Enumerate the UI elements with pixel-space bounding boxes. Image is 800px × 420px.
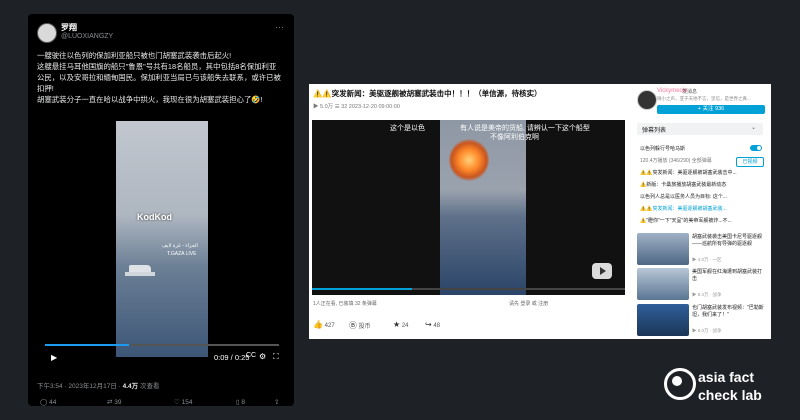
view-label: 次查看 [138, 383, 160, 390]
like-button[interactable]: ♡ 154 [174, 398, 193, 406]
share-count: 48 [433, 323, 441, 329]
list-item[interactable]: ⚠️⚠️突发新闻：美驱逐舰被胡塞武装... [640, 205, 760, 212]
player-progress-fill [312, 288, 413, 290]
fullscreen-icon[interactable]: ⛶ [273, 352, 279, 362]
video-watermark-live: T.GAZA LIVE [167, 251, 197, 257]
tweet-text-line: 胡塞武装分子一直在哈以战争中拱火，我现在很为胡塞武装担心了🤣! [37, 95, 263, 104]
rec-thumbnail[interactable] [637, 304, 689, 336]
tweet-card: 罗翔 @LUOXIANGZY ··· 一艘驶往以色列的保加利亚船只被也门胡塞武装… [28, 14, 294, 406]
like-button[interactable]: 👍 427 [313, 320, 335, 329]
login-prompt[interactable]: 请先 登录 或 注册 [509, 300, 548, 307]
uploader-avatar[interactable] [637, 90, 657, 110]
rec-meta: ▶ 4.0万 · 一区 [692, 257, 722, 262]
tweet-text-line: 这艘悬挂马耳他国旗的船只"鲁恩"号共有18名船员，其中包括8名保加利亚 [37, 62, 277, 71]
video-watermark: KodKod [137, 212, 172, 222]
rec-title[interactable]: 也门胡塞武装发布视频："巴勒斯坦，我们来了！" [692, 305, 764, 318]
favorite-button[interactable]: ★ 24 [393, 320, 409, 329]
retweet-count: 39 [114, 399, 122, 406]
chevron-down-icon[interactable]: ⌄ [751, 124, 756, 131]
user-handle[interactable]: @LUOXIANGZY [61, 33, 113, 40]
like-count: 427 [324, 323, 335, 329]
list-item[interactable]: 以色列躲行号哈马斯 [640, 145, 745, 152]
danmaku-toggle[interactable] [750, 145, 762, 151]
play-icon[interactable]: ▶ [51, 353, 57, 362]
tweet-text-line: 扣押! [37, 84, 54, 93]
avatar[interactable] [37, 23, 57, 43]
reply-icon: ◯ [40, 399, 48, 406]
like-count: 154 [181, 399, 193, 406]
list-item[interactable]: 以色列人总是以医务人员为目标: 这个... [640, 193, 760, 200]
tweet-meta: 下午3:54 · 2023年12月17日 · 4.4万 次查看 [37, 380, 159, 390]
retweet-button[interactable]: ⇄ 39 [107, 398, 122, 406]
captions-icon[interactable]: CC [246, 352, 256, 359]
reply-count: 44 [49, 399, 57, 406]
list-item[interactable]: ⚠️⚠️突发新闻：美驱逐舰被胡塞武装击中... [640, 169, 760, 176]
video-time: 0:09 / 0:25 [214, 353, 250, 362]
thumbs-up-icon: 👍 [313, 320, 323, 329]
rec-title[interactable]: 胡塞武装袭击美国卡尼号驱逐舰——巡航所有导弹的驱逐舰 [692, 234, 764, 247]
rec-meta: ▶ 8.4万 · 战争 [692, 292, 722, 297]
bookmark-icon: ▯ [236, 399, 240, 406]
favorite-count: 24 [401, 323, 409, 329]
list-item: 120.4万播放 (346/290) 全部弹幕 [640, 158, 712, 164]
share-icon[interactable]: ⇪ [274, 398, 279, 406]
rec-thumbnail[interactable] [637, 268, 689, 300]
settings-icon[interactable]: ⚙ [259, 352, 266, 361]
tweet-text-line: 一艘驶往以色列的保加利亚船只被也门胡塞武装袭击后起火! [37, 51, 232, 60]
list-item[interactable]: ⚠️新版：卡桑旅播放胡塞武装最新动态 [640, 181, 760, 188]
rec-meta: ▶ 6.0万 · 战争 [692, 328, 722, 333]
explosion-shape [449, 139, 489, 181]
video-progress-fill [45, 344, 130, 346]
video-player[interactable]: 这个是以色 有人说是美帝的货船, 请辨认一下这个船型 不像阿利伯克啊 [312, 120, 625, 295]
rec-title[interactable]: 美国军舰在红海遭到胡塞武装打击 [692, 269, 764, 282]
coin-icon: Ⓑ [349, 321, 357, 330]
video-watermark-ar: الجزاء - غزة لايف [162, 243, 198, 249]
share-icon: ↪ [425, 320, 432, 329]
video-frame [116, 121, 208, 357]
afcl-logo-dot [672, 376, 682, 386]
bilibili-play-icon[interactable] [591, 260, 613, 282]
video-title: ⚠️⚠️突发新闻：美驱逐舰被胡塞武装击中！！！（单信源，待核实） [313, 89, 542, 98]
danmaku-text: 这个是以色 [390, 125, 425, 132]
bookmark-button[interactable]: ▯ 8 [236, 398, 245, 406]
user-name[interactable]: 罗翔 [61, 22, 77, 33]
logo-text: asia fact [698, 369, 755, 385]
send-button[interactable]: 已视频 [736, 157, 764, 167]
tweet-text-line: 公民，以及安哥拉和缅甸国民。保加利亚当局已与该船失去联系，或许已被 [37, 73, 281, 82]
logo-text: check lab [698, 387, 762, 403]
heart-icon: ♡ [174, 399, 180, 406]
danmaku-title: 弹幕列表 [642, 128, 667, 134]
reply-button[interactable]: ◯ 44 [40, 398, 56, 406]
tweet-time: 下午3:54 · 2023年12月17日 · [37, 383, 123, 390]
coin-label: 投币 [358, 324, 371, 330]
view-count: 4.4万 [122, 383, 139, 390]
video-page: ⚠️⚠️突发新闻：美驱逐舰被胡塞武装击中！！！（单信源，待核实） ▶ 5.0万 … [309, 84, 771, 339]
bookmark-count: 8 [241, 399, 246, 406]
viewer-info: 1人正在看, 已装填 32 条弹幕 [313, 301, 377, 307]
danmaku-text: 不像阿利伯克啊 [490, 134, 539, 141]
share-button[interactable]: ↪ 48 [425, 320, 440, 329]
list-item[interactable]: ⚠️"瞪你"一下"天呈"的美帝军舰被炸...不... [640, 217, 760, 224]
uploader-desc: 微小之声，亚于天地不言，坚信，是世界之真... [657, 96, 751, 101]
ship-hull [125, 272, 155, 276]
retweet-icon: ⇄ [107, 399, 113, 406]
message-link[interactable]: 发消息 [682, 88, 697, 95]
tweet-text: 一艘驶往以色列的保加利亚船只被也门胡塞武装袭击后起火! 这艘悬挂马耳他国旗的船只… [37, 50, 287, 105]
video-stats: ▶ 5.0万 ☰ 32 2023-12-20 09:00:00 [313, 104, 400, 110]
follow-button[interactable]: + 关注 936 [657, 105, 765, 114]
more-icon[interactable]: ··· [275, 22, 284, 32]
coin-button[interactable]: Ⓑ 投币 [349, 320, 371, 331]
star-icon: ★ [393, 320, 401, 329]
rec-thumbnail[interactable] [637, 233, 689, 265]
tweet-video[interactable]: KodKod الجزاء - غزة لايف T.GAZA LIVE ▶ 0… [37, 109, 287, 372]
